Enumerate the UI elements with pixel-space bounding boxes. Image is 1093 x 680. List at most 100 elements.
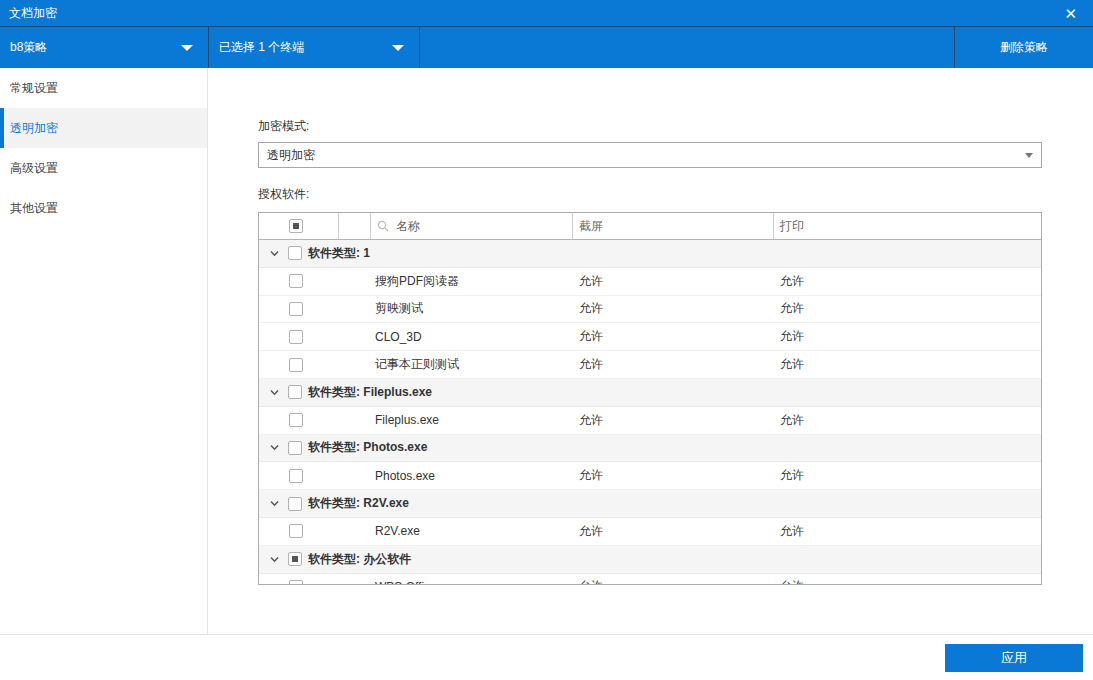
checkbox-cell bbox=[259, 413, 339, 427]
software-row[interactable]: R2V.exe 允许 允许 bbox=[259, 518, 1041, 546]
group-label: 软件类型: R2V.exe bbox=[308, 495, 409, 512]
print-permission: 允许 bbox=[774, 578, 1041, 585]
window-title: 文档加密 bbox=[9, 5, 57, 22]
group-row[interactable]: 软件类型: 办公软件 bbox=[259, 546, 1041, 574]
sidebar-item-3[interactable]: 其他设置 bbox=[0, 188, 207, 228]
chevron-down-icon bbox=[181, 45, 193, 51]
group-row[interactable]: 软件类型: Fileplus.exe bbox=[259, 379, 1041, 407]
row-checkbox[interactable] bbox=[289, 413, 303, 427]
chevron-down-icon bbox=[1025, 153, 1033, 158]
row-checkbox[interactable] bbox=[289, 524, 303, 538]
checkbox-cell bbox=[259, 524, 339, 538]
software-row[interactable]: Photos.exe 允许 允许 bbox=[259, 462, 1041, 490]
row-checkbox[interactable] bbox=[289, 469, 303, 483]
checkbox-cell bbox=[259, 469, 339, 483]
row-checkbox[interactable] bbox=[289, 330, 303, 344]
software-row[interactable]: 搜狗PDF阅读器 允许 允许 bbox=[259, 268, 1041, 296]
software-name: CLO_3D bbox=[371, 330, 573, 344]
print-permission: 允许 bbox=[774, 328, 1041, 345]
print-permission: 允许 bbox=[774, 273, 1041, 290]
row-checkbox[interactable] bbox=[289, 580, 303, 585]
print-permission: 允许 bbox=[774, 467, 1041, 484]
sidebar-item-1[interactable]: 透明加密 bbox=[0, 108, 207, 148]
sidebar-item-0[interactable]: 常规设置 bbox=[0, 68, 207, 108]
software-name: R2V.exe bbox=[371, 524, 573, 538]
row-checkbox[interactable] bbox=[289, 302, 303, 316]
sidebar-item-2[interactable]: 高级设置 bbox=[0, 148, 207, 188]
chevron-down-icon[interactable] bbox=[269, 387, 280, 398]
select-all-checkbox[interactable] bbox=[289, 219, 303, 233]
expander-column-header bbox=[339, 213, 371, 239]
group-label: 软件类型: Photos.exe bbox=[308, 439, 427, 456]
group-label: 软件类型: Fileplus.exe bbox=[308, 384, 432, 401]
select-all-cell bbox=[259, 213, 339, 239]
software-row[interactable]: 记事本正则测试 允许 允许 bbox=[259, 351, 1041, 379]
row-checkbox[interactable] bbox=[289, 358, 303, 372]
sidebar: 常规设置透明加密高级设置其他设置 bbox=[0, 68, 208, 634]
toolbar: b8策略 已选择 1 个终端 删除策略 bbox=[0, 26, 1093, 68]
terminal-dropdown-value: 已选择 1 个终端 bbox=[219, 39, 304, 56]
row-checkbox[interactable] bbox=[288, 441, 302, 455]
chevron-down-icon bbox=[392, 45, 404, 51]
screenshot-permission: 允许 bbox=[573, 356, 774, 373]
apply-button[interactable]: 应用 bbox=[945, 644, 1083, 672]
print-column-header[interactable]: 打印 bbox=[774, 213, 1041, 239]
screenshot-column-header[interactable]: 截屏 bbox=[573, 213, 774, 239]
main-panel: 加密模式: 透明加密 授权软件: 名称 截屏 打印 bbox=[208, 68, 1093, 634]
name-column-header[interactable]: 名称 bbox=[371, 213, 573, 239]
screenshot-permission: 允许 bbox=[573, 578, 774, 585]
software-name: Photos.exe bbox=[371, 469, 573, 483]
checkbox-cell bbox=[259, 302, 339, 316]
row-checkbox[interactable] bbox=[288, 497, 302, 511]
software-name: 记事本正则测试 bbox=[371, 356, 573, 373]
policy-dropdown-value: b8策略 bbox=[10, 39, 47, 56]
software-row[interactable]: CLO_3D 允许 允许 bbox=[259, 323, 1041, 351]
checkbox-cell bbox=[259, 274, 339, 288]
group-row[interactable]: 软件类型: 1 bbox=[259, 240, 1041, 268]
print-permission: 允许 bbox=[774, 412, 1041, 429]
checkbox-cell bbox=[259, 358, 339, 372]
encryption-mode-label: 加密模式: bbox=[258, 118, 309, 135]
terminal-dropdown[interactable]: 已选择 1 个终端 bbox=[209, 27, 419, 68]
print-permission: 允许 bbox=[774, 300, 1041, 317]
body: 常规设置透明加密高级设置其他设置 加密模式: 透明加密 授权软件: 名称 bbox=[0, 68, 1093, 634]
screenshot-permission: 允许 bbox=[573, 412, 774, 429]
group-row[interactable]: 软件类型: Photos.exe bbox=[259, 435, 1041, 463]
delete-policy-button[interactable]: 删除策略 bbox=[955, 27, 1093, 68]
screenshot-permission: 允许 bbox=[573, 300, 774, 317]
group-label: 软件类型: 办公软件 bbox=[308, 551, 411, 568]
chevron-down-icon[interactable] bbox=[269, 248, 280, 259]
print-permission: 允许 bbox=[774, 523, 1041, 540]
group-label: 软件类型: 1 bbox=[308, 245, 370, 262]
row-checkbox[interactable] bbox=[288, 385, 302, 399]
chevron-down-icon[interactable] bbox=[269, 498, 280, 509]
software-name: WPS Office bbox=[371, 580, 573, 585]
row-checkbox[interactable] bbox=[289, 274, 303, 288]
software-row[interactable]: 剪映测试 允许 允许 bbox=[259, 296, 1041, 324]
row-checkbox[interactable] bbox=[288, 246, 302, 260]
checkbox-cell bbox=[259, 330, 339, 344]
software-name: 剪映测试 bbox=[371, 300, 573, 317]
footer: 应用 bbox=[0, 634, 1093, 680]
table-body: 软件类型: 1 搜狗PDF阅读器 允许 允许 剪映测试 允许 允许 CLO_3D… bbox=[259, 240, 1041, 585]
screenshot-permission: 允许 bbox=[573, 328, 774, 345]
row-checkbox[interactable] bbox=[288, 552, 302, 566]
toolbar-spacer bbox=[420, 27, 954, 68]
software-name: Fileplus.exe bbox=[371, 413, 573, 427]
checkbox-cell bbox=[259, 580, 339, 585]
authorized-software-label: 授权软件: bbox=[258, 186, 309, 203]
software-row[interactable]: WPS Office 允许 允许 bbox=[259, 574, 1041, 585]
chevron-down-icon[interactable] bbox=[269, 554, 280, 565]
group-row[interactable]: 软件类型: R2V.exe bbox=[259, 490, 1041, 518]
titlebar: 文档加密 ✕ bbox=[0, 0, 1093, 26]
encryption-mode-value: 透明加密 bbox=[267, 147, 315, 164]
software-row[interactable]: Fileplus.exe 允许 允许 bbox=[259, 407, 1041, 435]
search-icon bbox=[377, 220, 389, 232]
encryption-mode-select[interactable]: 透明加密 bbox=[258, 142, 1042, 168]
table-header: 名称 截屏 打印 bbox=[259, 213, 1041, 240]
close-icon[interactable]: ✕ bbox=[1064, 6, 1077, 21]
policy-dropdown[interactable]: b8策略 bbox=[0, 27, 208, 68]
screenshot-permission: 允许 bbox=[573, 467, 774, 484]
software-name: 搜狗PDF阅读器 bbox=[371, 273, 573, 290]
chevron-down-icon[interactable] bbox=[269, 442, 280, 453]
